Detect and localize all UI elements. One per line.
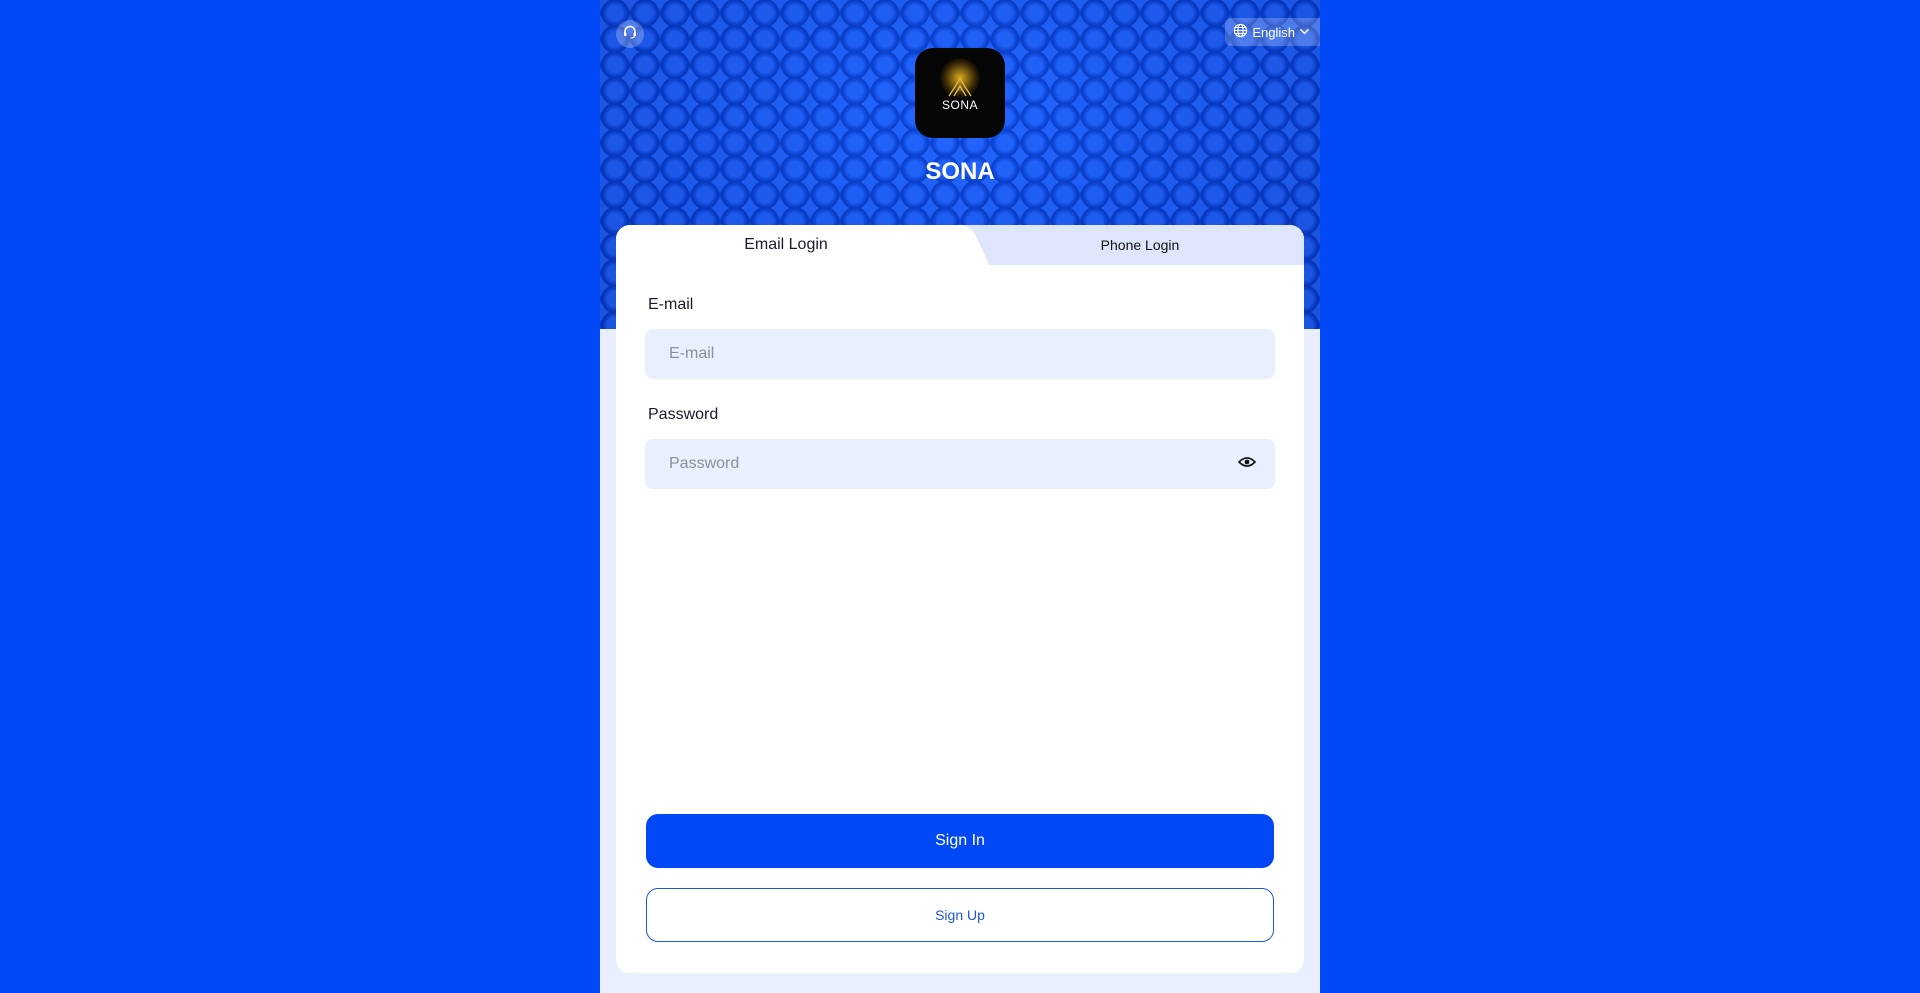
email-label: E-mail (648, 296, 694, 313)
login-tabs: Phone Login Email Login (616, 225, 1304, 265)
app-logo: SONA (915, 48, 1005, 138)
email-field-wrapper (645, 328, 1275, 380)
headset-icon (622, 24, 638, 45)
globe-icon (1233, 23, 1248, 41)
language-selector[interactable]: English (1225, 18, 1320, 46)
logo-text: SONA (941, 98, 978, 112)
password-input[interactable] (645, 438, 1231, 490)
app-screen: English SONA SONA Phone Login Email Logi… (600, 0, 1320, 993)
email-input[interactable] (645, 328, 1231, 380)
login-card: Phone Login Email Login E-mail Password (616, 225, 1304, 973)
password-field-wrapper (645, 438, 1275, 490)
show-password-toggle[interactable] (1237, 454, 1257, 474)
chevron-down-icon (1299, 25, 1310, 40)
eye-icon (1237, 455, 1257, 474)
customer-support-button[interactable] (616, 20, 644, 48)
language-label: English (1252, 24, 1295, 40)
app-name: SONA (925, 158, 995, 185)
tab-email-login-label: Email Login (744, 236, 828, 253)
tab-phone-login[interactable]: Phone Login (976, 225, 1304, 265)
mountain-logo-icon (948, 77, 972, 97)
sign-up-button[interactable]: Sign Up (646, 888, 1274, 942)
tab-email-login[interactable]: Email Login (616, 225, 956, 265)
sign-in-button[interactable]: Sign In (646, 814, 1274, 868)
password-label: Password (648, 406, 719, 423)
